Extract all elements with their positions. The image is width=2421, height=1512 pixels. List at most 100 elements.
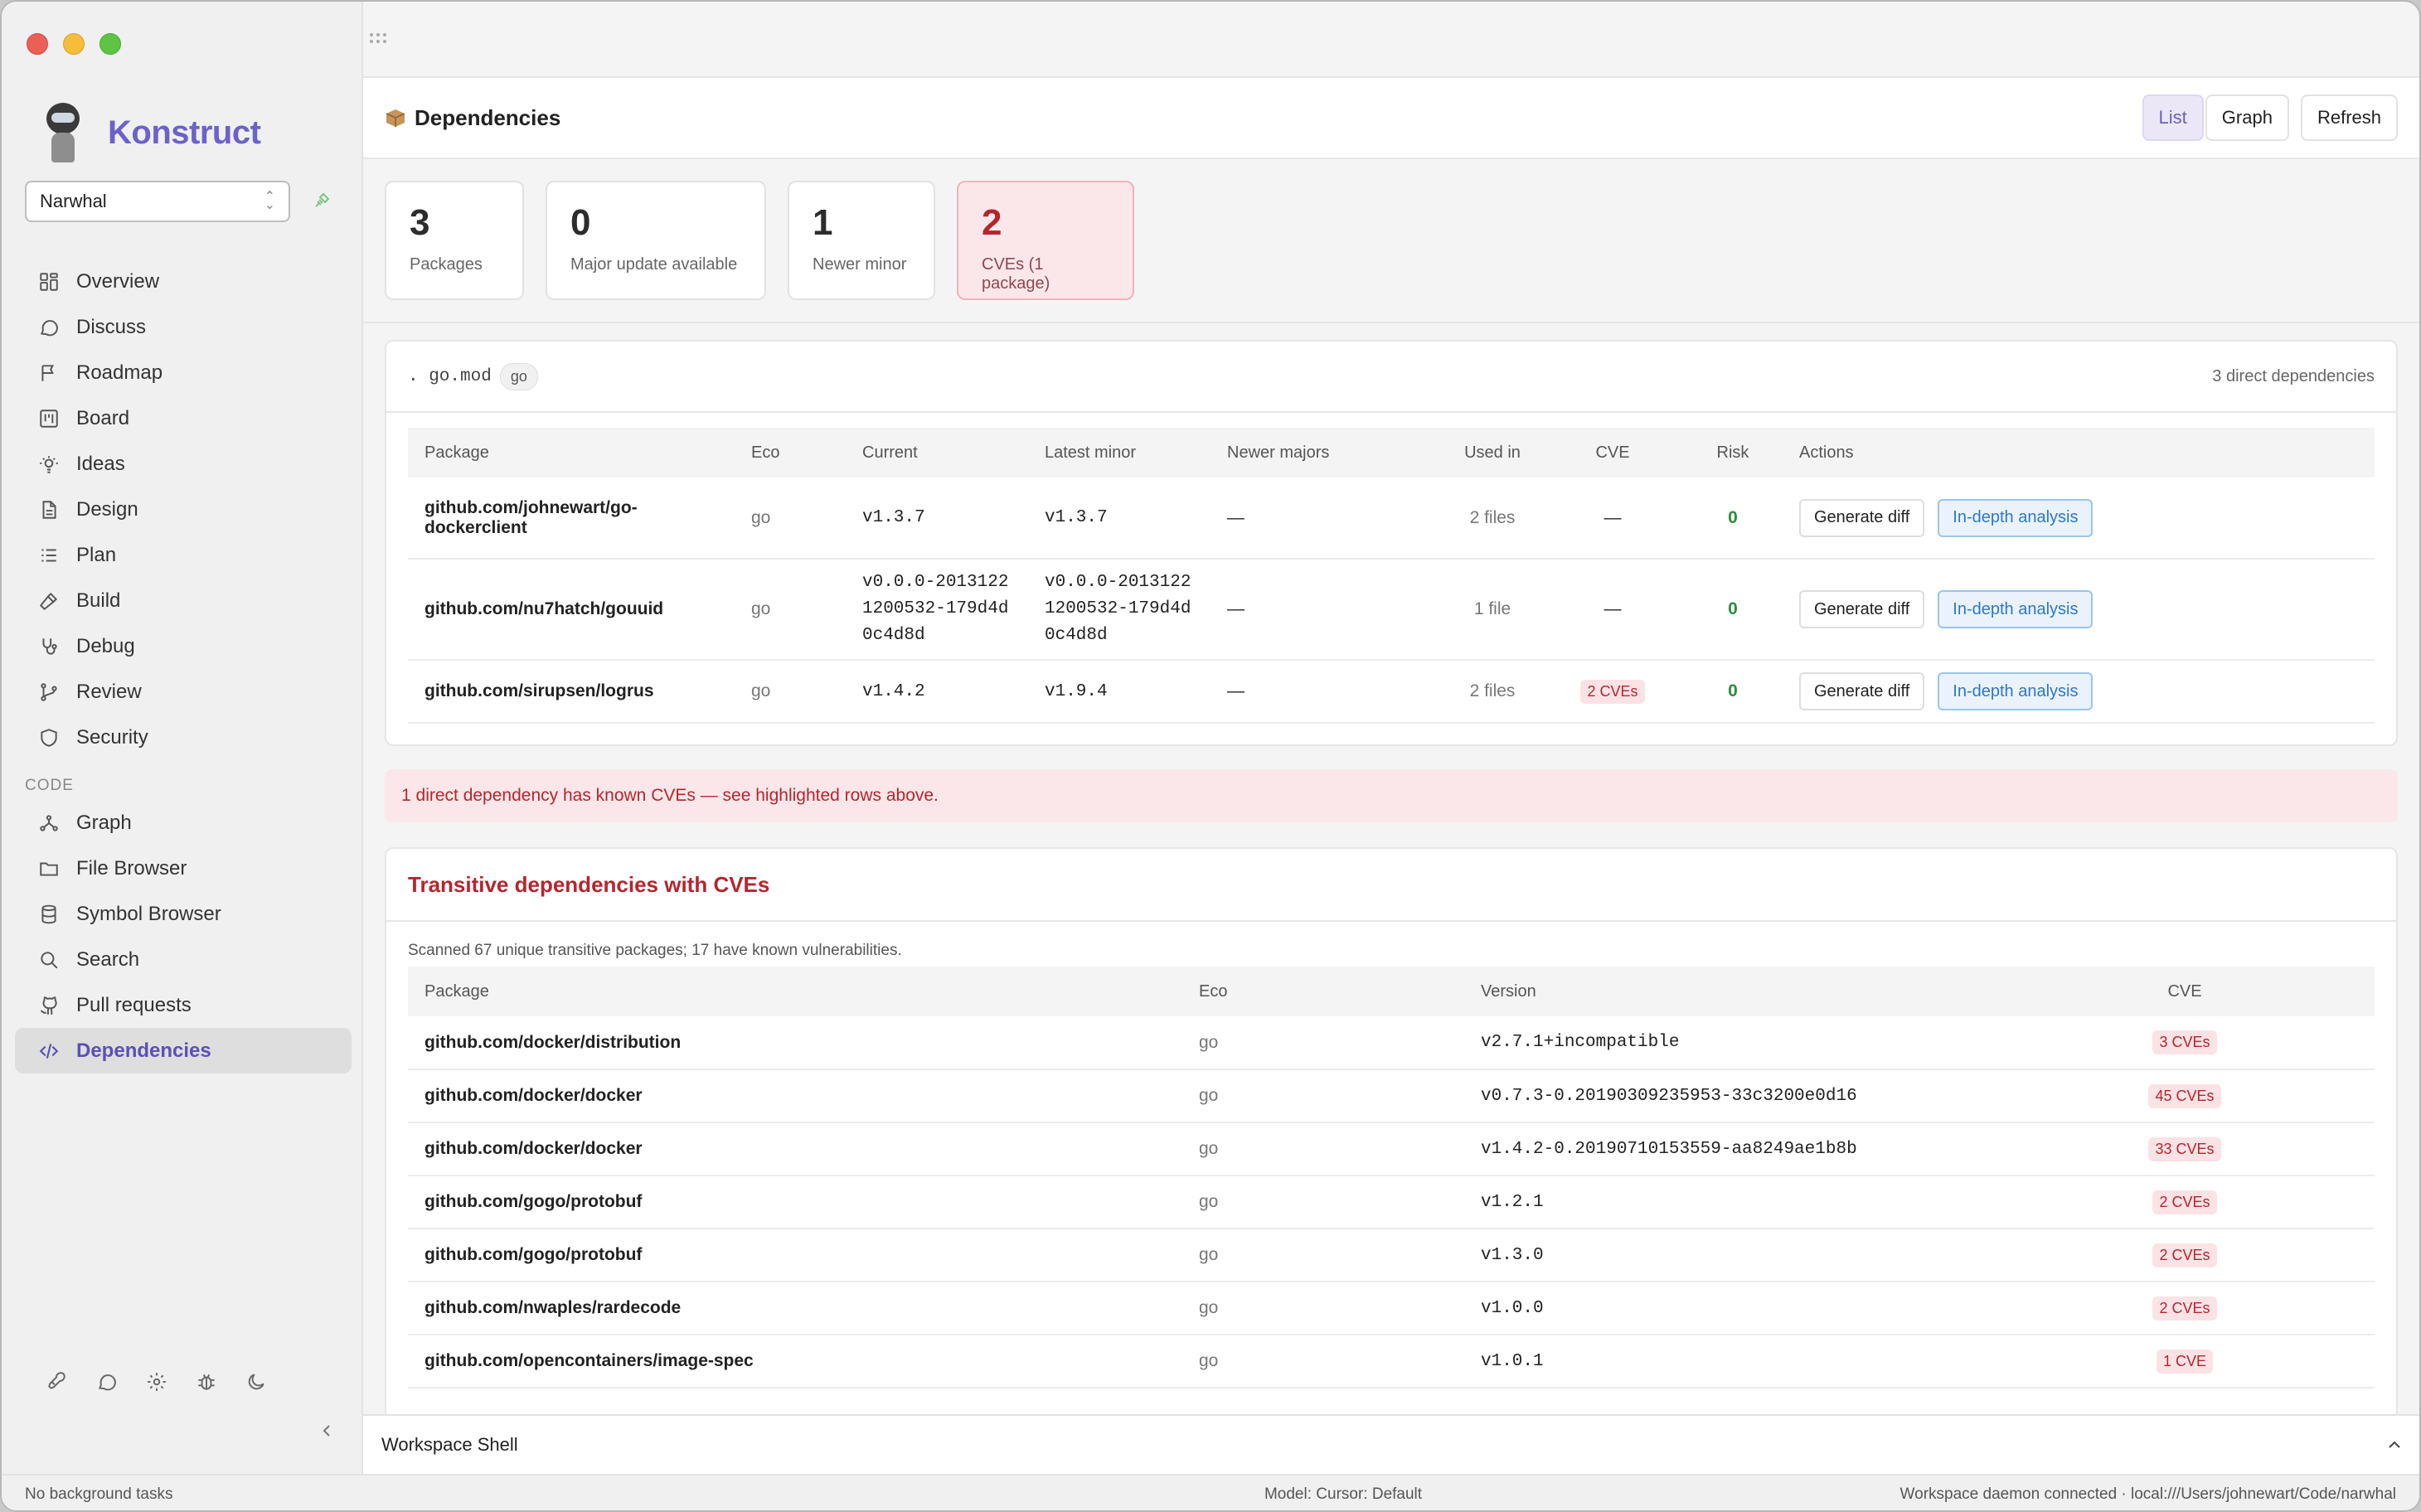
version: v0.7.3-0.20190309235953-33c3200e0d16 (1464, 1069, 1995, 1123)
model-status[interactable]: Model: Cursor: Default (727, 1485, 1695, 1504)
grid-icon (38, 271, 60, 293)
sidebar-item-file-browser[interactable]: File Browser (15, 846, 352, 891)
sidebar-item-pull-requests[interactable]: Pull requests (15, 982, 352, 1028)
kanban-icon (38, 408, 60, 429)
cve-cell: 33 CVEs (1995, 1122, 2375, 1176)
moon-icon[interactable] (245, 1371, 267, 1393)
project-select-value: Narwhal (40, 191, 107, 211)
package-name: github.com/nwaples/rardecode (408, 1282, 1182, 1335)
sidebar-item-plan[interactable]: Plan (15, 532, 352, 578)
cve-badge: 2 CVEs (2152, 1296, 2217, 1321)
transitive-title: Transitive dependencies with CVEs (408, 871, 770, 897)
row-actions: Generate diff In-depth analysis (1783, 559, 2375, 661)
risk-score: 0 (1683, 660, 1783, 724)
sidebar-item-graph[interactable]: Graph (15, 800, 352, 846)
sidebar-item-roadmap[interactable]: Roadmap (15, 350, 352, 395)
sidebar-item-debug[interactable]: Debug (15, 623, 352, 669)
plug-icon[interactable] (312, 191, 332, 211)
chevron-left-icon[interactable] (318, 1422, 335, 1439)
chevron-updown-icon: ⌃ ⌄ (264, 190, 275, 212)
generate-diff-button[interactable]: Generate diff (1799, 498, 1925, 537)
drag-handle-icon[interactable] (368, 32, 388, 45)
cve-cell: 2 CVEs (1995, 1282, 2375, 1335)
stat-cves[interactable]: 2 CVEs (1 package) (957, 181, 1134, 300)
sidebar-item-overview[interactable]: Overview (15, 259, 352, 304)
sidebar-item-label: Security (76, 725, 148, 749)
manifest-file-label: . go.mod go (408, 362, 538, 390)
project-select[interactable]: Narwhal ⌃ ⌄ (25, 181, 290, 222)
column-header: Risk (1683, 428, 1783, 477)
gear-icon[interactable] (146, 1371, 167, 1393)
lightbulb-icon (38, 453, 60, 475)
package-name: github.com/docker/docker (408, 1122, 1182, 1176)
latest-minor-version: v0.0.0-20131221200532-179d4d0c4d8d (1028, 559, 1210, 661)
in-depth-analysis-button[interactable]: In-depth analysis (1938, 672, 2094, 710)
ecosystem: go (1182, 1335, 1464, 1388)
sidebar-item-dependencies[interactable]: Dependencies (15, 1028, 352, 1073)
list-view-button[interactable]: List (2142, 94, 2204, 141)
table-row: github.com/docker/docker go v1.4.2-0.201… (408, 1122, 2375, 1176)
sidebar-item-ideas[interactable]: Ideas (15, 441, 352, 487)
page-title: Dependencies (385, 105, 560, 131)
cve-cell: 1 CVE (1995, 1335, 2375, 1388)
zoom-window-button[interactable] (99, 33, 121, 55)
graph-view-button[interactable]: Graph (2205, 94, 2289, 141)
table-header-row: Package Eco Current Latest minor Newer m… (408, 428, 2375, 477)
sidebar-item-board[interactable]: Board (15, 395, 352, 441)
current-version: v1.3.7 (846, 477, 1028, 560)
stat-label: CVEs (1 package) (982, 255, 1050, 293)
column-header: Eco (735, 428, 846, 477)
close-window-button[interactable] (27, 33, 48, 55)
cve-alert-banner: 1 direct dependency has known CVEs — see… (385, 769, 2398, 822)
package-name: github.com/gogo/protobuf (408, 1175, 1182, 1229)
ecosystem: go (1182, 1228, 1464, 1282)
sidebar-item-search[interactable]: Search (15, 937, 352, 982)
bug-icon[interactable] (196, 1371, 217, 1393)
ecosystem: go (1182, 1069, 1464, 1123)
sidebar-item-label: Design (76, 497, 138, 521)
cve-cell: 2 CVEs (1995, 1228, 2375, 1282)
in-depth-analysis-button[interactable]: In-depth analysis (1938, 498, 2094, 537)
generate-diff-button[interactable]: Generate diff (1799, 672, 1925, 710)
stat-value: 1 (813, 202, 833, 243)
sidebar-item-security[interactable]: Security (15, 715, 352, 760)
cve-count: — (1542, 477, 1683, 560)
app-name: Konstruct (108, 114, 261, 151)
chat-bubble-icon[interactable] (96, 1371, 118, 1393)
risk-score: 0 (1683, 477, 1783, 560)
cve-count: — (1542, 559, 1683, 661)
newer-majors: — (1210, 660, 1443, 724)
table-row: github.com/nu7hatch/gouuid go v0.0.0-201… (408, 559, 2375, 661)
version: v2.7.1+incompatible (1464, 1016, 1995, 1070)
flag-icon (38, 362, 60, 384)
refresh-button[interactable]: Refresh (2300, 94, 2398, 141)
rocket-icon[interactable] (46, 1371, 68, 1393)
in-depth-analysis-button[interactable]: In-depth analysis (1938, 590, 2094, 628)
sidebar-item-design[interactable]: Design (15, 487, 352, 532)
sidebar-item-label: Review (76, 680, 142, 703)
cve-badge: 45 CVEs (2148, 1083, 2221, 1108)
sidebar-item-build[interactable]: Build (15, 578, 352, 623)
ecosystem: go (1182, 1175, 1464, 1229)
sidebar-item-symbol-browser[interactable]: Symbol Browser (15, 891, 352, 937)
graph-icon (38, 812, 60, 834)
package-icon (386, 109, 405, 127)
database-icon (38, 904, 60, 925)
title-drag-region[interactable] (363, 2, 2419, 76)
sidebar-item-label: Graph (76, 811, 132, 834)
row-actions: Generate diff In-depth analysis (1783, 477, 2375, 560)
generate-diff-button[interactable]: Generate diff (1799, 590, 1925, 628)
workspace-shell-bar[interactable]: Workspace Shell (363, 1414, 2419, 1474)
chevron-up-icon[interactable] (2386, 1437, 2403, 1453)
table-row: github.com/sirupsen/logrus go v1.4.2 v1.… (408, 660, 2375, 724)
robot-logo-icon (38, 103, 88, 162)
page-header: Dependencies List Graph Refresh (363, 76, 2419, 159)
stats-row: 3 Packages 0 Major update available 1 Ne… (385, 181, 1134, 300)
cve-badge: 2 CVEs (1580, 679, 1645, 704)
column-header: Version (1464, 967, 1995, 1016)
status-bar: No background tasks Model: Cursor: Defau… (2, 1474, 2419, 1510)
sidebar-item-review[interactable]: Review (15, 669, 352, 715)
sidebar-item-discuss[interactable]: Discuss (15, 304, 352, 350)
minimize-window-button[interactable] (63, 33, 85, 55)
table-header-row: Package Eco Version CVE (408, 967, 2375, 1016)
